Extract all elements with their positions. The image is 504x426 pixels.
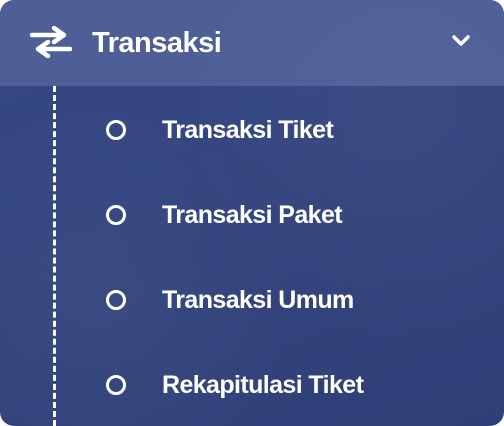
circle-outline-icon: [106, 120, 126, 140]
chevron-down-icon[interactable]: [451, 33, 471, 49]
transaksi-submenu: Transaksi Tiket Transaksi Paket Transaks…: [0, 86, 504, 426]
menu-transaksi-header[interactable]: Transaksi: [0, 0, 504, 86]
submenu-item-label: Transaksi Tiket: [162, 115, 334, 144]
sidebar-menu-panel: Transaksi Transaksi Tiket Transaksi Pake…: [0, 0, 504, 426]
swap-arrows-icon: [30, 26, 72, 58]
submenu-item-transaksi-tiket[interactable]: Transaksi Tiket: [100, 106, 480, 154]
submenu-item-label: Transaksi Umum: [162, 285, 354, 314]
circle-outline-icon: [106, 375, 126, 395]
submenu-item-transaksi-umum[interactable]: Transaksi Umum: [100, 276, 480, 324]
submenu-item-rekapitulasi-tiket[interactable]: Rekapitulasi Tiket: [100, 361, 480, 409]
submenu-item-transaksi-paket[interactable]: Transaksi Paket: [100, 191, 480, 239]
submenu-item-label: Transaksi Paket: [162, 200, 343, 229]
submenu-item-label: Rekapitulasi Tiket: [162, 370, 364, 399]
tree-connector-line: [53, 86, 56, 426]
menu-transaksi-label: Transaksi: [92, 27, 222, 59]
circle-outline-icon: [106, 290, 126, 310]
circle-outline-icon: [106, 205, 126, 225]
